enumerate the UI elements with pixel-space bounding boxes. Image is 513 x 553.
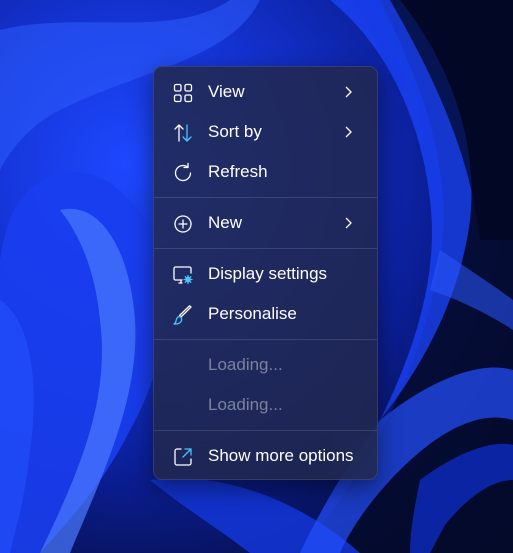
menu-separator (154, 248, 377, 249)
menu-separator (154, 197, 377, 198)
display-settings-icon (172, 264, 194, 286)
desktop-context-menu: View Sort by Refresh New Display setting… (153, 66, 378, 480)
refresh-icon (172, 162, 194, 184)
menu-item-new[interactable]: New (158, 205, 373, 241)
menu-item-label: Personalise (208, 304, 297, 323)
chevron-right-icon (345, 126, 352, 138)
open-external-icon (172, 446, 194, 468)
menu-item-show-more-options[interactable]: Show more options (158, 438, 373, 474)
menu-item-loading-2: Loading... (158, 387, 373, 423)
menu-item-view[interactable]: View (158, 74, 373, 110)
menu-item-sort-by[interactable]: Sort by (158, 114, 373, 150)
menu-item-label: New (208, 213, 243, 232)
desktop-background[interactable]: View Sort by Refresh New Display setting… (0, 0, 513, 553)
menu-separator (154, 339, 377, 340)
grid-icon (172, 82, 194, 104)
plus-circle-icon (172, 213, 194, 235)
menu-item-label: Refresh (208, 162, 268, 181)
menu-item-refresh[interactable]: Refresh (158, 154, 373, 190)
menu-item-label: Sort by (208, 122, 262, 141)
menu-item-label: Loading... (208, 355, 283, 374)
brush-icon (172, 304, 194, 326)
menu-item-display-settings[interactable]: Display settings (158, 256, 373, 292)
menu-item-personalise[interactable]: Personalise (158, 296, 373, 332)
sort-arrows-icon (172, 122, 194, 144)
menu-separator (154, 430, 377, 431)
chevron-right-icon (345, 217, 352, 229)
menu-item-label: View (208, 82, 245, 101)
chevron-right-icon (345, 86, 352, 98)
menu-item-label: Display settings (208, 264, 328, 283)
menu-item-loading-1: Loading... (158, 347, 373, 383)
menu-item-label: Show more options (208, 446, 354, 465)
menu-item-label: Loading... (208, 395, 283, 414)
